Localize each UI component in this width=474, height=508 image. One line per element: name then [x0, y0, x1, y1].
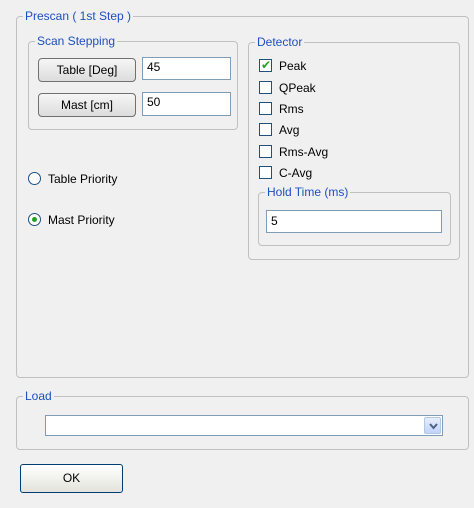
- hold-time-title: Hold Time (ms): [265, 185, 351, 199]
- peak-label: Peak: [279, 59, 307, 73]
- dropdown-button[interactable]: [424, 417, 441, 434]
- detector-option-rms[interactable]: Rms: [259, 101, 439, 117]
- qpeak-checkbox[interactable]: [259, 81, 272, 94]
- qpeak-label: QPeak: [279, 81, 316, 95]
- table-priority-label: Table Priority: [48, 172, 118, 186]
- load-title: Load: [23, 389, 54, 403]
- mast-priority-radio[interactable]: Mast Priority: [28, 212, 178, 228]
- c-avg-label: C-Avg: [279, 166, 313, 180]
- load-dropdown[interactable]: [45, 415, 443, 436]
- scan-stepping-title: Scan Stepping: [35, 34, 118, 48]
- rms-label: Rms: [279, 102, 304, 116]
- avg-checkbox[interactable]: [259, 123, 272, 136]
- check-icon: ✔: [261, 58, 272, 72]
- mast-priority-label: Mast Priority: [48, 213, 115, 227]
- rms-avg-checkbox[interactable]: [259, 145, 272, 158]
- peak-checkbox[interactable]: ✔: [259, 58, 272, 72]
- c-avg-checkbox[interactable]: [259, 166, 272, 179]
- detector-option-c-avg[interactable]: C-Avg: [259, 165, 439, 181]
- ok-button[interactable]: OK: [20, 464, 123, 493]
- detector-option-rms-avg[interactable]: Rms-Avg: [259, 144, 439, 160]
- chevron-down-icon: [429, 423, 438, 430]
- mast-priority-radio-circle[interactable]: [28, 213, 41, 226]
- table-priority-radio-circle[interactable]: [28, 172, 41, 185]
- table-deg-input[interactable]: 45: [142, 57, 231, 80]
- detector-option-peak[interactable]: ✔ Peak: [259, 58, 439, 74]
- detector-option-qpeak[interactable]: QPeak: [259, 80, 439, 96]
- table-priority-radio[interactable]: Table Priority: [28, 171, 178, 187]
- radio-selected-dot: [32, 217, 37, 222]
- hold-time-input[interactable]: 5: [266, 210, 442, 233]
- table-deg-button[interactable]: Table [Deg]: [38, 58, 136, 82]
- prescan-group-title: Prescan ( 1st Step ): [23, 9, 134, 23]
- rms-avg-label: Rms-Avg: [279, 145, 329, 159]
- mast-cm-button[interactable]: Mast [cm]: [38, 93, 136, 117]
- avg-label: Avg: [279, 123, 300, 137]
- mast-cm-input[interactable]: 50: [142, 92, 231, 116]
- rms-checkbox[interactable]: [259, 102, 272, 115]
- detector-option-avg[interactable]: Avg: [259, 122, 439, 138]
- detector-title: Detector: [255, 35, 305, 49]
